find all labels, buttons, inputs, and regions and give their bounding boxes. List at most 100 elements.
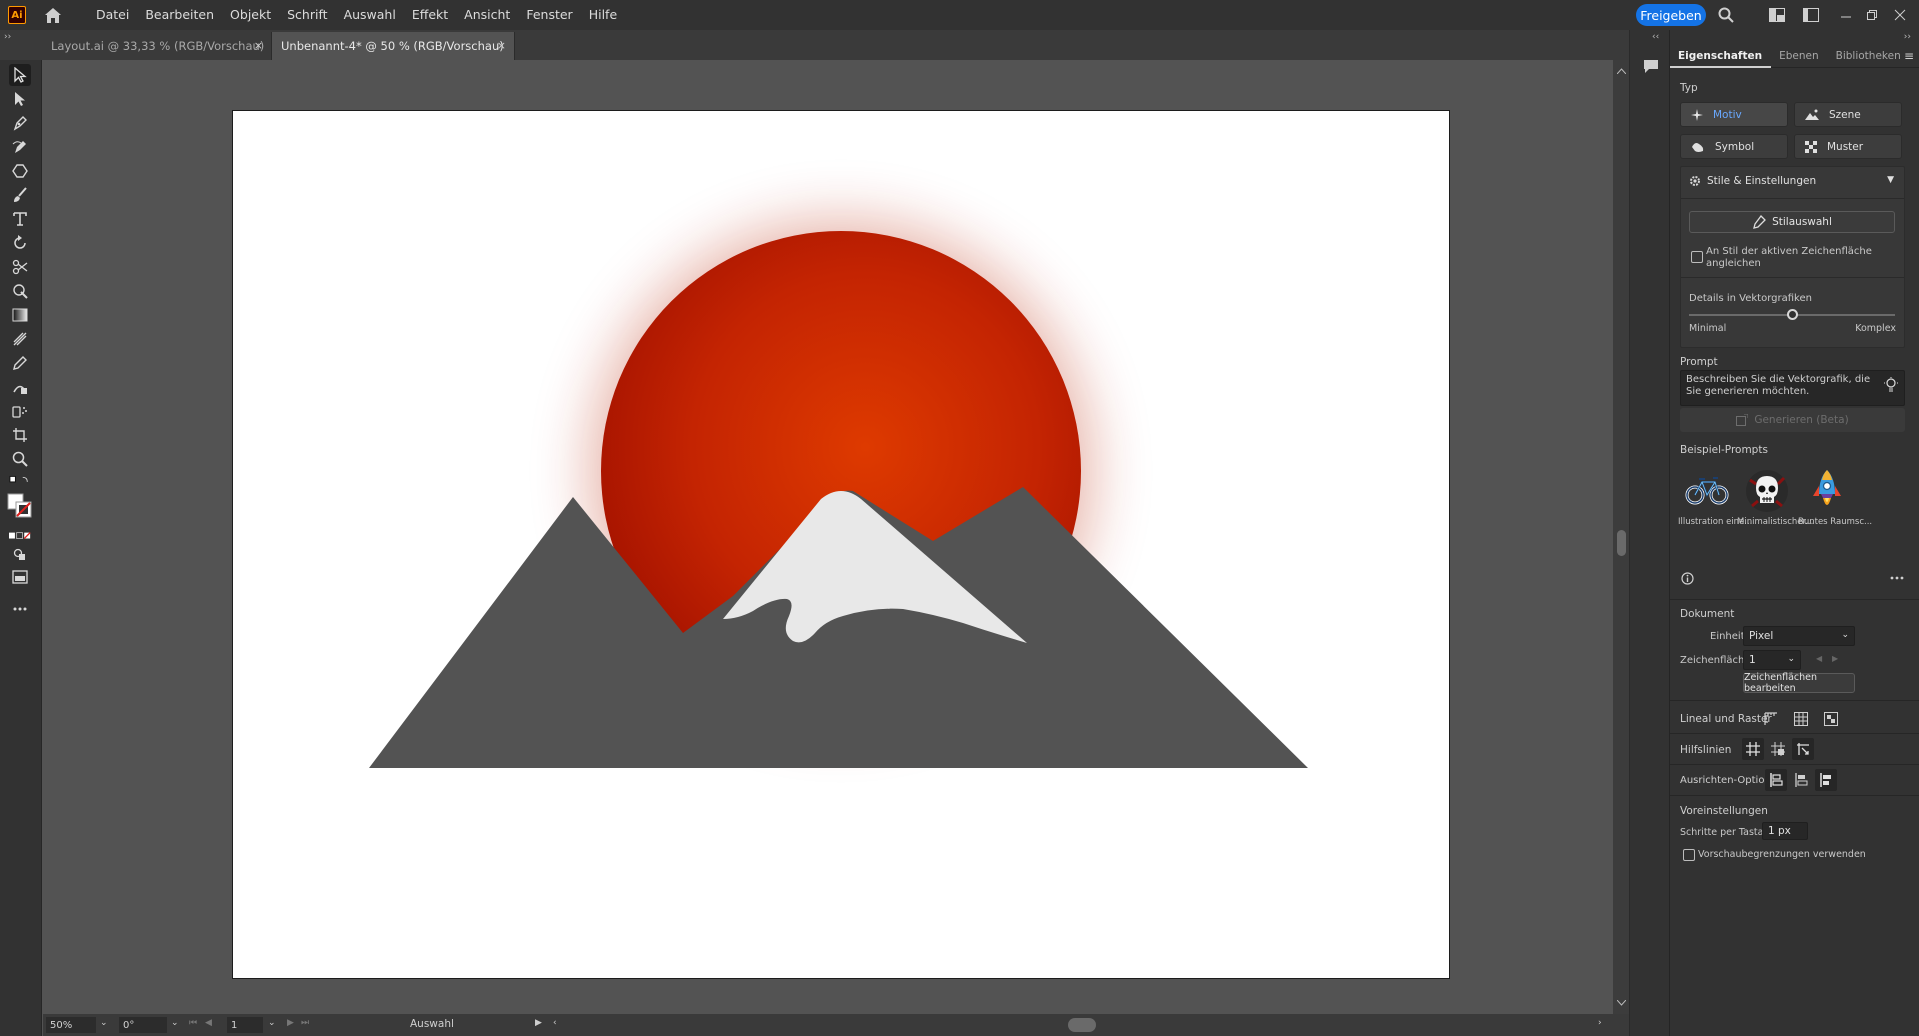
chevron-down-icon[interactable]: ⌄ [268, 1018, 276, 1028]
panel-menu-icon[interactable]: ≡ [1904, 49, 1914, 63]
comments-icon[interactable] [1639, 54, 1663, 78]
eyedropper-tool-icon[interactable] [9, 352, 31, 374]
edit-artboards-button[interactable]: Zeichenflächen bearbeiten [1743, 672, 1855, 694]
artboard-tool-icon[interactable] [9, 424, 31, 446]
more-options-icon[interactable] [1888, 571, 1906, 585]
shape-builder-tool-icon[interactable] [9, 280, 31, 302]
menu-datei[interactable]: Datei [88, 0, 137, 30]
align-to-artboard-icon[interactable] [1815, 769, 1837, 791]
maximize-icon[interactable] [1862, 5, 1882, 25]
type-symbol-button[interactable]: Symbol [1680, 134, 1788, 159]
menu-objekt[interactable]: Objekt [222, 0, 279, 30]
smart-guides-icon[interactable] [1792, 738, 1814, 760]
scroll-thumb[interactable] [1617, 530, 1626, 556]
type-muster-button[interactable]: Muster [1794, 134, 1902, 159]
menu-auswahl[interactable]: Auswahl [336, 0, 404, 30]
prev-artboard-icon[interactable]: ◀ [1816, 654, 1822, 663]
status-menu-icon[interactable]: ▶ [535, 1018, 542, 1028]
blend-tool-icon[interactable] [9, 376, 31, 398]
scissors-tool-icon[interactable] [9, 256, 31, 278]
menu-hilfe[interactable]: Hilfe [581, 0, 625, 30]
tab-eigenschaften[interactable]: Eigenschaften [1670, 44, 1772, 68]
transparency-grid-icon[interactable] [1820, 708, 1842, 730]
detail-slider-track[interactable] [1689, 309, 1895, 320]
minimize-icon[interactable] [1836, 5, 1856, 25]
collapse-dock-icon[interactable]: ‹‹ [1652, 32, 1659, 42]
menu-schrift[interactable]: Schrift [279, 0, 335, 30]
draw-mode-icon[interactable] [9, 544, 31, 566]
gradient-tool-icon[interactable] [9, 304, 31, 326]
detail-slider-thumb[interactable] [1787, 309, 1798, 320]
chevron-down-icon[interactable]: ▼ [1887, 175, 1894, 185]
lock-guides-icon[interactable] [1767, 738, 1789, 760]
menu-ansicht[interactable]: Ansicht [456, 0, 518, 30]
next-artboard-icon[interactable]: ▶ [287, 1018, 294, 1028]
menu-bearbeiten[interactable]: Bearbeiten [137, 0, 222, 30]
lightbulb-icon[interactable] [1884, 377, 1898, 393]
rocket-icon[interactable] [1802, 466, 1852, 516]
canvas[interactable] [43, 60, 1613, 1014]
home-icon[interactable] [42, 4, 64, 26]
align-to-key-object-icon[interactable] [1790, 769, 1812, 791]
keyboard-increment-field[interactable]: 1 px [1762, 822, 1808, 840]
collapse-toolbar-icon[interactable]: ›› [4, 32, 11, 42]
zoom-tool-icon[interactable] [9, 448, 31, 470]
symbol-sprayer-tool-icon[interactable] [9, 400, 31, 422]
horizontal-scroll-thumb[interactable] [1068, 1018, 1096, 1032]
generate-button[interactable]: Generieren (Beta) [1680, 408, 1905, 432]
chevron-down-icon[interactable]: ⌄ [171, 1018, 179, 1028]
close-icon[interactable]: × [497, 39, 506, 52]
more-tools-icon[interactable] [9, 598, 31, 620]
screen-mode-icon[interactable] [9, 566, 31, 588]
workspace-icon[interactable] [1767, 5, 1787, 25]
next-artboard-icon[interactable]: ▶ [1832, 654, 1838, 663]
share-button[interactable]: Freigeben [1636, 4, 1706, 26]
direct-selection-tool-icon[interactable] [9, 88, 31, 110]
tab-unbenannt[interactable]: Unbenannt-4* @ 50 % (RGB/Vorschau) × [272, 32, 515, 60]
panel-layout-icon[interactable] [1801, 5, 1821, 25]
tab-layout[interactable]: Layout.ai @ 33,33 % (RGB/Vorschau) × [42, 32, 272, 60]
selection-tool-icon[interactable] [9, 64, 31, 86]
zoom-field[interactable]: 50% [46, 1017, 96, 1033]
skull-icon[interactable] [1742, 466, 1792, 516]
type-szene-button[interactable]: Szene [1794, 102, 1902, 127]
style-pick-button[interactable]: Stilauswahl [1689, 211, 1895, 233]
tab-bibliotheken[interactable]: Bibliotheken [1828, 44, 1910, 68]
swap-fill-stroke-icon[interactable] [9, 470, 31, 492]
menu-fenster[interactable]: Fenster [518, 0, 580, 30]
curvature-tool-icon[interactable] [9, 136, 31, 158]
preview-bounds-checkbox[interactable] [1683, 849, 1695, 861]
search-icon[interactable] [1716, 5, 1736, 25]
ruler-icon[interactable] [1760, 708, 1782, 730]
mesh-tool-icon[interactable] [9, 328, 31, 350]
artboard-select[interactable]: 1 ⌄ [1743, 650, 1801, 670]
vertical-scrollbar[interactable] [1613, 60, 1629, 1015]
type-tool-icon[interactable] [9, 208, 31, 230]
artboard-nav-field[interactable]: 1 [227, 1017, 263, 1033]
fill-stroke-swatch[interactable] [6, 492, 34, 520]
scroll-left-icon[interactable]: ‹ [553, 1018, 557, 1028]
close-icon[interactable]: × [254, 39, 263, 52]
first-artboard-icon[interactable]: ⏮ [189, 1018, 197, 1028]
prev-artboard-icon[interactable]: ◀ [205, 1018, 212, 1028]
paintbrush-tool-icon[interactable] [9, 184, 31, 206]
grid-icon[interactable] [1790, 708, 1812, 730]
artboard[interactable] [232, 110, 1450, 979]
pen-tool-icon[interactable] [9, 112, 31, 134]
bicycle-icon[interactable] [1682, 470, 1732, 512]
scroll-right-icon[interactable]: › [1598, 1018, 1602, 1028]
type-motiv-button[interactable]: Motiv [1680, 102, 1788, 127]
rotate-tool-icon[interactable] [9, 232, 31, 254]
menu-effekt[interactable]: Effekt [404, 0, 456, 30]
collapse-panel-icon[interactable]: ›› [1904, 32, 1911, 42]
unit-select[interactable]: Pixel ⌄ [1743, 626, 1855, 646]
rotation-field[interactable]: 0° [119, 1017, 167, 1033]
last-artboard-icon[interactable]: ⏭ [301, 1018, 309, 1028]
match-style-checkbox[interactable] [1691, 251, 1703, 263]
close-window-icon[interactable] [1890, 5, 1910, 25]
info-icon[interactable] [1680, 571, 1694, 585]
align-to-selection-icon[interactable] [1765, 769, 1787, 791]
shape-tool-icon[interactable] [9, 160, 31, 182]
guides-icon[interactable] [1742, 738, 1764, 760]
chevron-down-icon[interactable]: ⌄ [100, 1018, 108, 1028]
